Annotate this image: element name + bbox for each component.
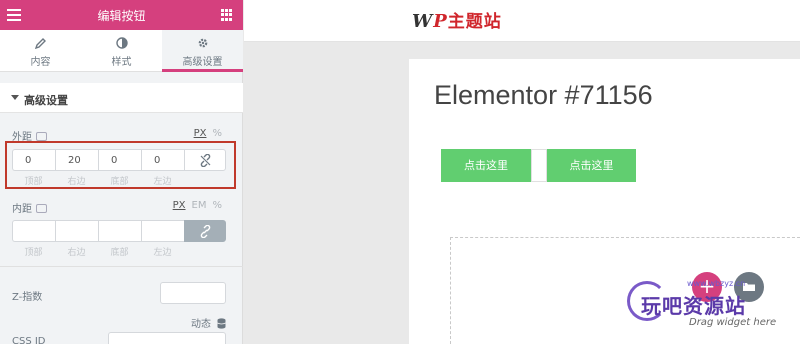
tab-content[interactable]: 内容: [0, 30, 81, 71]
tab-style-label: 样式: [111, 57, 132, 68]
highlight-box: [5, 141, 236, 189]
site-logo[interactable]: WP主题站: [412, 7, 502, 32]
site-header: WP主题站: [244, 0, 800, 42]
gear-icon: [162, 37, 243, 50]
padding-units: PX EM%: [167, 200, 222, 211]
css-id-label: CSS ID: [12, 336, 46, 344]
watermark-url: www.wbzyz.cn: [687, 279, 746, 288]
z-index-input[interactable]: [160, 282, 226, 304]
tab-style[interactable]: 样式: [81, 30, 162, 71]
padding-left-label: 左边: [153, 248, 172, 258]
css-id-input[interactable]: [108, 332, 226, 344]
padding-right-input[interactable]: [55, 220, 98, 242]
padding-bottom-input[interactable]: [98, 220, 141, 242]
caret-down-icon: [11, 95, 19, 100]
dynamic-tags-button[interactable]: 动态: [191, 315, 226, 330]
padding-right-label: 右边: [67, 248, 86, 258]
watermark-text: 玩吧资源站: [641, 294, 746, 318]
logo-p: P: [433, 11, 448, 32]
watermark: www.wbzyz.cn 玩吧资源站: [627, 279, 777, 327]
logo-text: 主题站: [447, 12, 502, 32]
button-widget-2[interactable]: 点击这里: [547, 149, 636, 182]
padding-inputs: [12, 220, 226, 242]
advanced-section-toggle[interactable]: 高级设置: [0, 83, 243, 113]
pencil-icon: [0, 37, 81, 50]
logo-w: W: [412, 11, 434, 32]
padding-unit-em[interactable]: EM: [192, 200, 207, 211]
padding-unit-percent[interactable]: %: [212, 200, 222, 211]
padding-top-input[interactable]: [12, 220, 55, 242]
button-widget-1[interactable]: 点击这里: [441, 149, 531, 182]
panel-title: 编辑按钮: [97, 9, 146, 23]
page-heading[interactable]: Elementor #71156: [434, 80, 653, 111]
padding-label-text: 内距: [12, 204, 32, 215]
panel-header: 编辑按钮: [0, 0, 243, 30]
padding-left-input[interactable]: [141, 220, 184, 242]
editor-panel: 编辑按钮 内容 样式 高级设置 高级设置 外距 PX % 0 20 0 0 顶部…: [0, 0, 243, 344]
padding-link-button[interactable]: [184, 220, 226, 242]
database-icon: [217, 318, 226, 329]
tab-advanced-label: 高级设置: [182, 57, 223, 68]
padding-top-label: 顶部: [24, 248, 43, 258]
padding-sub-labels: 顶部 右边 底部 左边: [12, 245, 226, 258]
padding-unit-px[interactable]: PX: [173, 200, 186, 211]
section-title: 高级设置: [24, 94, 68, 107]
responsive-icon[interactable]: [36, 132, 47, 141]
margin-units: PX%: [188, 128, 222, 139]
margin-unit-px[interactable]: PX: [194, 128, 207, 139]
widgets-grid-icon[interactable]: [221, 9, 233, 21]
padding-label: 内距: [12, 200, 47, 215]
padding-bottom-label: 底部: [110, 248, 129, 258]
tab-advanced[interactable]: 高级设置: [162, 30, 243, 72]
half-circle-icon: [81, 37, 162, 50]
button-margin-gap: [531, 149, 547, 182]
margin-unit-percent[interactable]: %: [212, 128, 222, 139]
divider: [0, 266, 243, 267]
dynamic-label: 动态: [191, 319, 211, 330]
panel-tabs: 内容 样式 高级设置: [0, 30, 243, 72]
responsive-icon[interactable]: [36, 204, 47, 213]
link-icon: [200, 225, 211, 238]
z-index-label: Z-指数: [12, 292, 43, 303]
tab-content-label: 内容: [30, 57, 51, 68]
